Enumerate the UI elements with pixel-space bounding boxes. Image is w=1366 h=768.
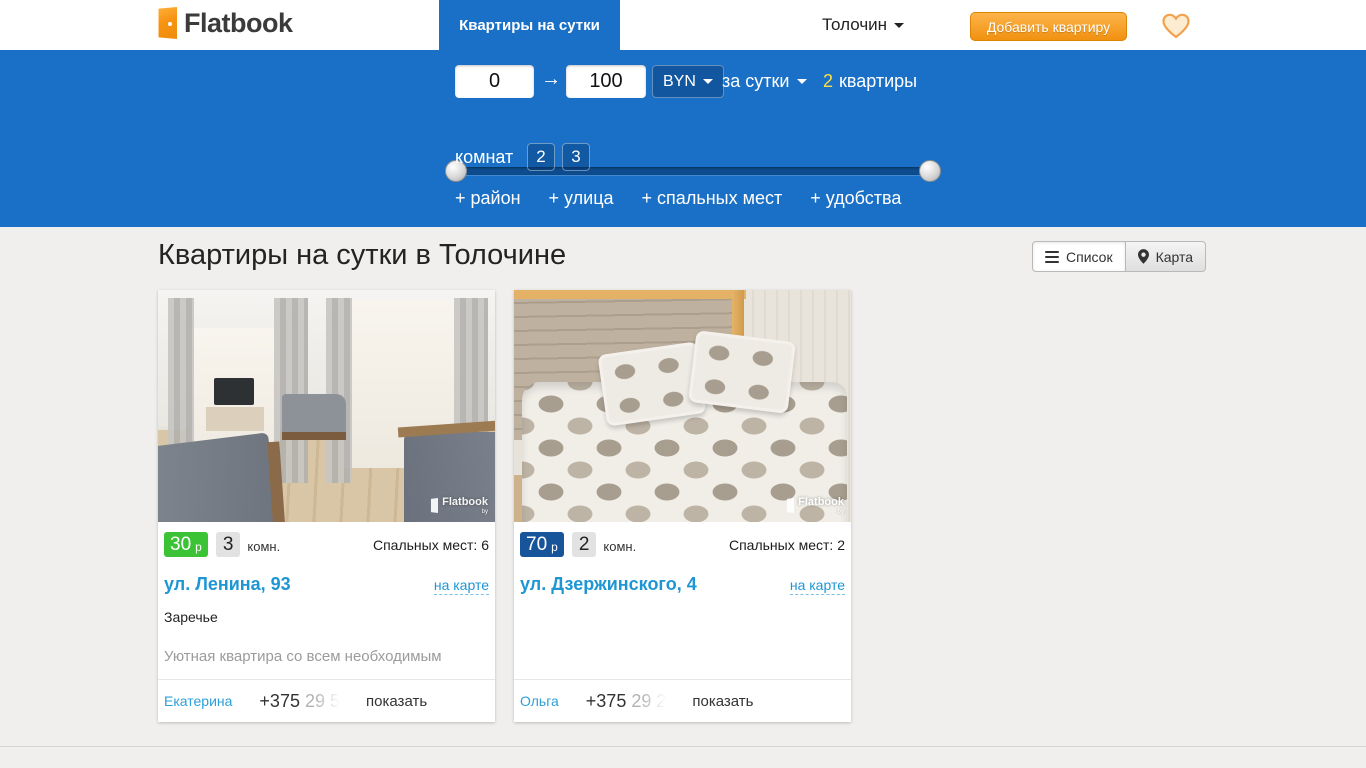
on-map-link[interactable]: на карте <box>789 577 845 595</box>
filter-panel: → BYN за сутки 2квартиры комнат 2 3 + ра… <box>0 50 1366 227</box>
results-count: 2 квартиры <box>823 71 917 92</box>
listing-card: Flatbook by 70 р 2 комн. Спальных мест: … <box>514 290 851 722</box>
beds-count: Спальных мест: 2 <box>728 537 845 553</box>
address-row: ул. Дзержинского, 4 на карте <box>520 574 845 595</box>
listing-description: Уютная квартира со всем необходимым <box>164 648 442 665</box>
currency-dropdown[interactable]: BYN <box>652 65 724 98</box>
extra-filters: + район + улица + спальных мест + удобст… <box>455 188 901 209</box>
beds-count: Спальных мест: 6 <box>372 537 489 553</box>
favorites-heart-icon[interactable] <box>1162 13 1190 39</box>
brand-logo[interactable]: Flatbook <box>155 7 293 39</box>
listing-body: 30 р 3 комн. Спальных мест: 6 ул. Ленина… <box>158 522 495 679</box>
contact-row: Екатерина +375 29 5 показать <box>158 679 495 722</box>
view-map-button[interactable]: Карта <box>1125 241 1207 272</box>
view-list-button[interactable]: Список <box>1032 241 1126 272</box>
price-badge: 30 р <box>164 532 208 557</box>
listing-card: Flatbook by 30 р 3 комн. Спальных мест: … <box>158 290 495 722</box>
city-selector[interactable]: Толочин <box>822 15 905 35</box>
price-row: 70 р 2 комн. Спальных мест: 2 <box>520 531 845 557</box>
top-navbar: Flatbook Квартиры на сутки Толочин Добав… <box>0 0 1366 50</box>
show-phone-button[interactable]: показать <box>366 693 427 710</box>
contact-name: Ольга <box>520 693 559 709</box>
photo-dresser <box>206 407 264 431</box>
price-from-input[interactable] <box>455 65 534 98</box>
currency-value: BYN <box>663 72 696 90</box>
photo-bed <box>158 432 280 522</box>
page-title: Квартиры на сутки в Толочине <box>158 239 567 271</box>
rooms-option-3[interactable]: 3 <box>562 143 590 171</box>
address-row: ул. Ленина, 93 на карте <box>164 574 489 595</box>
results-count-label: квартиры <box>839 71 918 91</box>
phone-hidden-part: 29 5 <box>304 690 341 711</box>
rooms-filter-label: комнат <box>455 147 514 167</box>
map-pin-icon <box>1137 249 1149 264</box>
filter-amenities-link[interactable]: + удобства <box>810 188 901 209</box>
arrow-right-icon: → <box>541 68 561 90</box>
brand-name: Flatbook <box>184 7 293 38</box>
phone-hidden-part: 29 2 <box>631 690 667 711</box>
listing-photo[interactable]: Flatbook by <box>158 290 495 522</box>
tab-daily-apartments[interactable]: Квартиры на сутки <box>439 0 620 50</box>
listing-district: Заречье <box>164 609 218 625</box>
chevron-down-icon <box>702 79 713 84</box>
rooms-suffix: комн. <box>603 539 637 554</box>
show-phone-button[interactable]: показать <box>692 693 753 710</box>
photo-pillow <box>687 330 797 414</box>
phone-number: +375 29 2 <box>585 690 667 711</box>
photo-wood-trim <box>514 290 746 299</box>
price-badge: 70 р <box>520 532 564 557</box>
chevron-down-icon <box>894 22 905 28</box>
results-count-value: 2 <box>823 71 834 91</box>
photo-bed <box>282 394 346 440</box>
period-value: за сутки <box>722 71 790 91</box>
main-content: Квартиры на сутки в Толочине Список Карт… <box>0 227 1366 746</box>
contact-name: Екатерина <box>164 693 233 709</box>
city-name: Толочин <box>822 15 888 34</box>
period-dropdown[interactable]: за сутки <box>722 71 808 92</box>
rooms-badge: 2 <box>571 532 597 557</box>
filter-street-link[interactable]: + улица <box>549 188 614 209</box>
rooms-option-2[interactable]: 2 <box>527 143 555 171</box>
price-row: 30 р 3 комн. Спальных мест: 6 <box>164 531 489 557</box>
view-list-label: Список <box>1066 248 1113 265</box>
view-toggle: Список Карта <box>1032 241 1207 272</box>
add-apartment-button[interactable]: Добавить квартиру <box>970 12 1127 41</box>
filter-district-link[interactable]: + район <box>455 188 521 209</box>
photo-watermark: Flatbook by <box>785 497 844 515</box>
door-icon <box>158 7 177 39</box>
rooms-suffix: комн. <box>247 539 281 554</box>
contact-row: Ольга +375 29 2 показать <box>514 679 851 722</box>
listing-body: 70 р 2 комн. Спальных мест: 2 ул. Дзержи… <box>514 522 851 679</box>
on-map-link[interactable]: на карте <box>433 577 489 595</box>
listing-address-link[interactable]: ул. Дзержинского, 4 <box>520 574 697 595</box>
list-icon <box>1045 250 1059 263</box>
phone-number: +375 29 5 <box>259 690 341 711</box>
chevron-down-icon <box>797 79 808 84</box>
photo-tv <box>214 378 254 405</box>
page: Flatbook Квартиры на сутки Толочин Добав… <box>0 0 1366 768</box>
photo-watermark: Flatbook by <box>429 497 488 515</box>
slider-handle-max[interactable] <box>919 160 941 182</box>
price-to-input[interactable] <box>566 65 646 98</box>
photo-curtain <box>326 298 352 483</box>
door-icon <box>430 498 439 513</box>
filter-beds-link[interactable]: + спальных мест <box>642 188 783 209</box>
rooms-badge: 3 <box>215 532 241 557</box>
page-footer <box>0 746 1366 768</box>
listing-photo[interactable]: Flatbook by <box>514 290 851 522</box>
door-icon <box>786 498 795 513</box>
listing-address-link[interactable]: ул. Ленина, 93 <box>164 574 291 595</box>
view-map-label: Карта <box>1155 248 1194 265</box>
